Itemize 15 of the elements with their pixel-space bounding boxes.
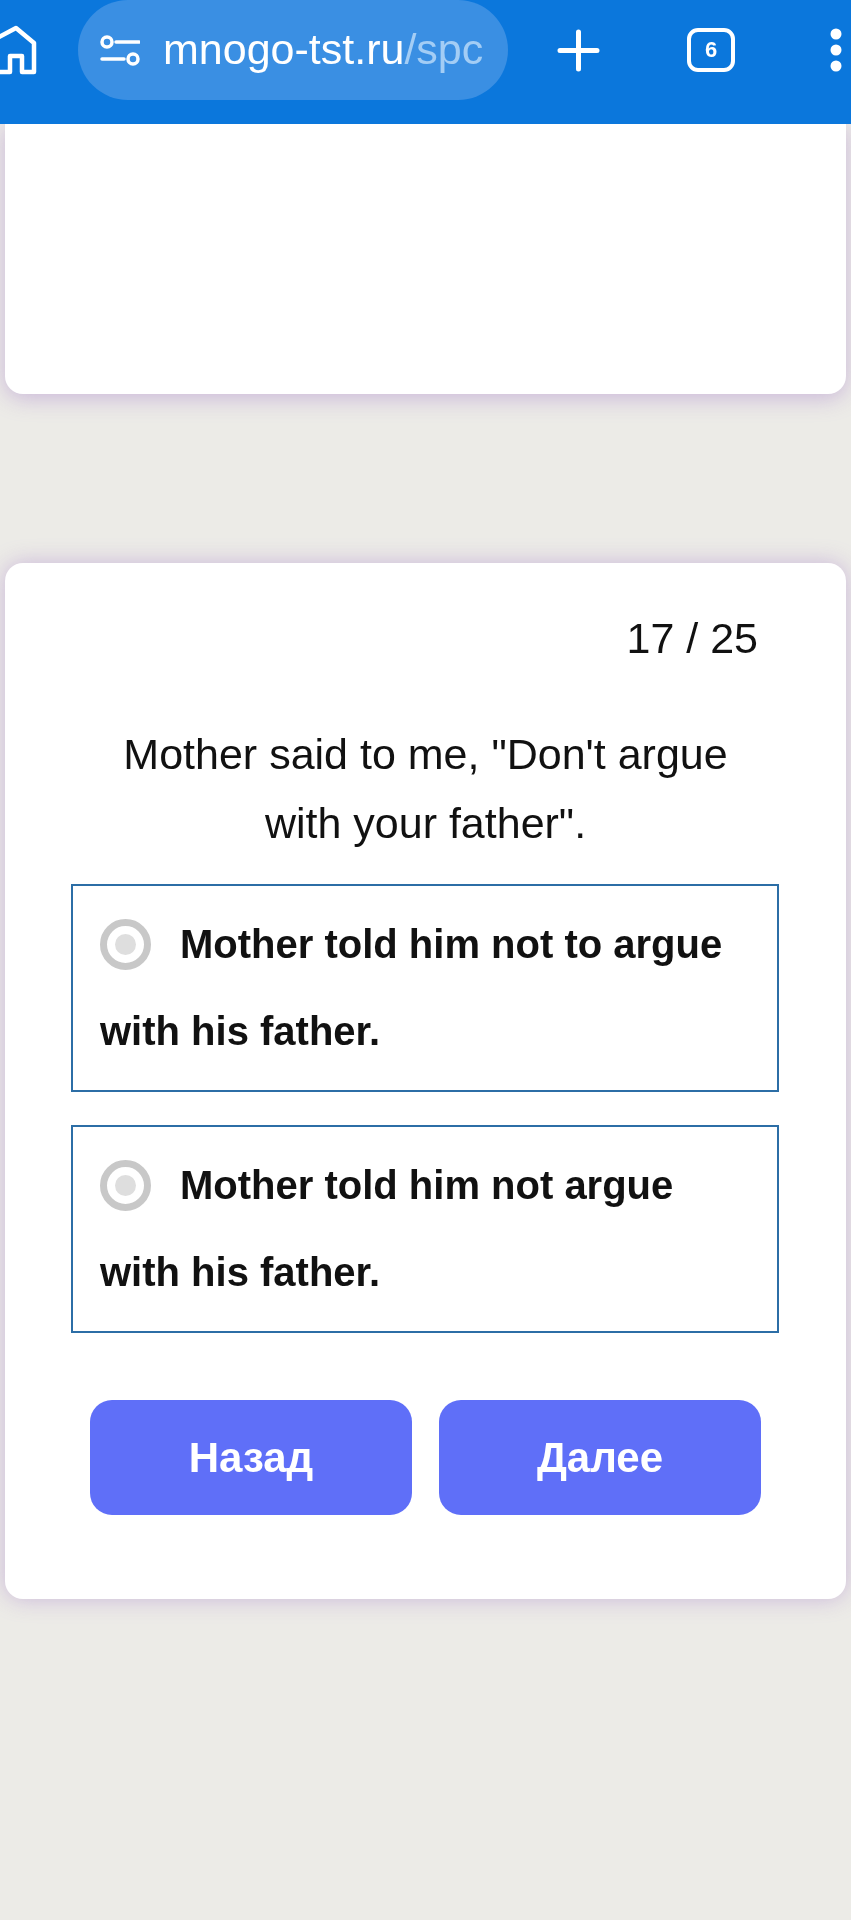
plus-icon[interactable] <box>557 28 600 72</box>
question-text: Mother said to me, "Don't argue with your father". <box>122 729 729 849</box>
site-settings-icon[interactable] <box>100 34 140 66</box>
more-menu-icon[interactable] <box>829 28 843 72</box>
tab-count-button[interactable]: 6 <box>687 28 735 72</box>
next-button[interactable]: Далее <box>439 1400 761 1515</box>
url-text: mnogo-tst.ru/spc <box>163 25 484 75</box>
address-bar[interactable]: mnogo-tst.ru/spc <box>78 0 508 100</box>
back-button[interactable]: Назад <box>90 1400 412 1515</box>
progress-counter: 17 / 25 <box>626 613 758 664</box>
answer-option[interactable]: Mother told him not to argue with his father. <box>71 884 779 1092</box>
radio-icon[interactable] <box>100 1160 151 1211</box>
answer-option[interactable]: Mother told him not argue with his father. <box>71 1125 779 1333</box>
radio-icon[interactable] <box>100 919 151 970</box>
home-icon[interactable] <box>0 25 38 75</box>
